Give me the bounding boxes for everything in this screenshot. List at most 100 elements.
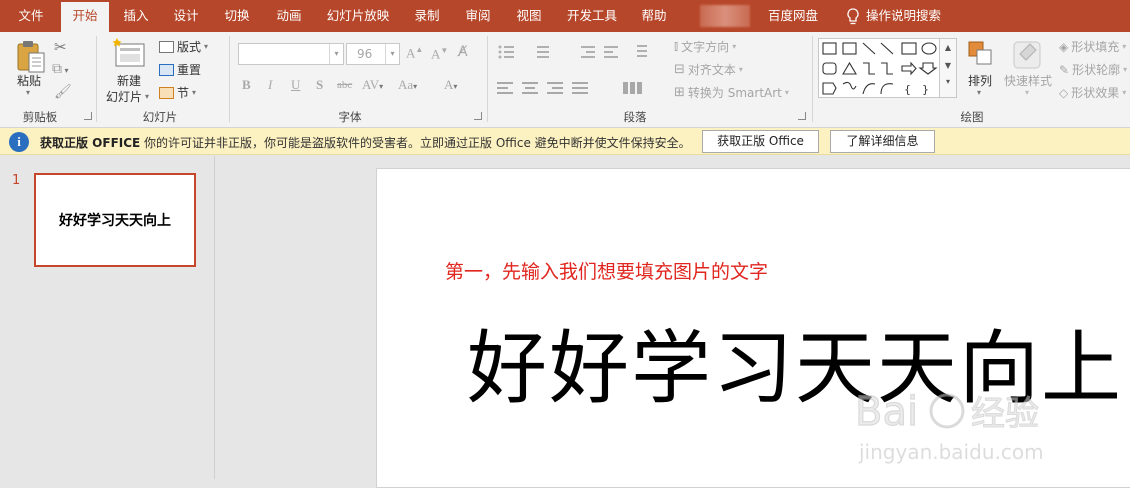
- font-size-value: 96: [357, 47, 373, 61]
- italic-icon[interactable]: I: [268, 77, 272, 93]
- info-icon: i: [9, 132, 29, 152]
- tab-help[interactable]: 帮助: [632, 0, 676, 32]
- tab-view[interactable]: 视图: [507, 0, 551, 32]
- layout-button[interactable]: 版式 ▾: [159, 38, 208, 55]
- divider: [96, 36, 97, 122]
- arrange-icon: [968, 41, 992, 65]
- convert-smartart-button[interactable]: ⊞ 转换为 SmartArt ▾: [674, 84, 789, 101]
- text-direction-icon: ⫾: [674, 39, 679, 54]
- group-label-font: 字体: [338, 110, 362, 124]
- tab-home[interactable]: 开始: [61, 2, 109, 32]
- font-size-dropdown-icon[interactable]: ▾: [385, 44, 399, 64]
- divider: [812, 36, 813, 122]
- arrange-dropdown-icon[interactable]: ▾: [977, 88, 981, 97]
- align-text-button[interactable]: ⊟ 对齐文本 ▾: [674, 61, 743, 78]
- section-icon: [159, 86, 174, 99]
- copy-icon[interactable]: ⧉ ▾: [52, 61, 69, 77]
- underline-icon[interactable]: U: [291, 77, 300, 93]
- slide-canvas[interactable]: 第一，先输入我们想要填充图片的文字 好好学习天天向上 Bai 经验 jingya…: [376, 168, 1130, 488]
- shape-outline-icon: ✎: [1059, 62, 1070, 77]
- decrease-font-icon[interactable]: A▼: [431, 46, 448, 62]
- shapes-gallery-scroll[interactable]: ▲ ▼ ▾: [940, 38, 957, 98]
- shape-fill-icon: ◈: [1059, 39, 1069, 54]
- shape-effects-icon: ◇: [1059, 85, 1069, 100]
- text-direction-button[interactable]: ⫾ 文字方向 ▾: [674, 38, 736, 55]
- slide-thumbnail-text: 好好学习天天向上: [59, 213, 171, 229]
- shapes-gallery-icons[interactable]: {}: [819, 39, 941, 99]
- font-launcher-icon[interactable]: [474, 112, 482, 120]
- strikethrough-icon[interactable]: abc: [337, 79, 352, 91]
- group-label-clipboard: 剪贴板: [22, 110, 58, 124]
- group-label-drawing: 绘图: [960, 110, 984, 124]
- tab-insert[interactable]: 插入: [114, 0, 158, 32]
- tab-record[interactable]: 录制: [405, 0, 449, 32]
- slide-editor: 第一，先输入我们想要填充图片的文字 好好学习天天向上 Bai 经验 jingya…: [216, 156, 1130, 488]
- notification-message: 你的许可证并非正版，你可能是盗版软件的受害者。立即通过正版 Office 避免中…: [144, 136, 691, 150]
- tell-me-search[interactable]: 操作说明搜索: [866, 0, 950, 32]
- get-genuine-office-button[interactable]: 获取正版 Office: [702, 130, 819, 153]
- section-button[interactable]: 节 ▾: [159, 84, 196, 101]
- notification-title: 获取正版 OFFICE: [40, 136, 141, 150]
- new-slide-icon: [112, 38, 145, 67]
- clipboard-launcher-icon[interactable]: [84, 112, 92, 120]
- font-color-icon[interactable]: A▾: [444, 77, 457, 93]
- tab-review[interactable]: 审阅: [456, 0, 500, 32]
- new-slide-label[interactable]: 幻灯片 ▾: [106, 88, 149, 105]
- reset-button[interactable]: 重置: [159, 61, 201, 78]
- group-label-slides: 幻灯片: [142, 110, 178, 124]
- char-spacing-icon[interactable]: AV▾: [362, 77, 383, 93]
- smartart-icon: ⊞: [674, 85, 685, 100]
- bold-icon[interactable]: B: [242, 77, 251, 93]
- layout-icon: [159, 40, 174, 53]
- tab-file[interactable]: 文件: [2, 0, 60, 32]
- paste-button[interactable]: 粘贴: [17, 72, 41, 89]
- paragraph-launcher-icon[interactable]: [798, 112, 806, 120]
- shape-effects-button[interactable]: ◇ 形状效果 ▾: [1059, 84, 1126, 101]
- lightbulb-icon: [847, 8, 859, 25]
- font-name-dropdown-icon[interactable]: ▾: [329, 44, 343, 64]
- ribbon-home: 粘贴 ▾ ✂ ⧉ ▾ 🖌 剪贴板 新建 幻灯片 ▾ 版式 ▾ 重置 节 ▾ 幻灯片 ▾…: [0, 32, 1130, 128]
- font-size-combo[interactable]: 96 ▾: [346, 43, 400, 65]
- font-name-combo[interactable]: ▾: [238, 43, 344, 65]
- svg-text:}: }: [922, 83, 929, 96]
- shadow-icon[interactable]: S: [316, 77, 323, 93]
- quick-styles-button[interactable]: 快速样式: [1004, 72, 1052, 89]
- slide-number: 1: [12, 173, 21, 188]
- divider: [487, 36, 488, 122]
- watermark-line1: Bai: [855, 389, 918, 435]
- cut-icon[interactable]: ✂: [54, 38, 67, 56]
- shape-outline-button[interactable]: ✎ 形状轮廓 ▾: [1059, 61, 1127, 78]
- tab-baidu-netdisk[interactable]: 百度网盘: [760, 0, 826, 32]
- reset-icon: [159, 63, 174, 76]
- clear-formatting-icon[interactable]: A̸: [458, 44, 468, 60]
- arrange-button[interactable]: 排列: [968, 72, 992, 89]
- slide-caption-text[interactable]: 第一，先输入我们想要填充图片的文字: [445, 257, 768, 284]
- ribbon-tab-bar: 文件 开始 插入 设计 切换 动画 幻灯片放映 录制 审阅 视图 开发工具 帮助…: [0, 0, 1130, 32]
- change-case-icon[interactable]: Aa▾: [398, 77, 417, 93]
- format-painter-icon[interactable]: 🖌: [54, 84, 72, 100]
- shapes-gallery[interactable]: {}: [818, 38, 940, 98]
- tab-design[interactable]: 设计: [164, 0, 208, 32]
- shape-fill-button[interactable]: ◈ 形状填充 ▾: [1059, 38, 1126, 55]
- paste-dropdown-icon[interactable]: ▾: [26, 88, 30, 97]
- tab-slideshow[interactable]: 幻灯片放映: [320, 0, 396, 32]
- baidu-jingyan-watermark: Bai 经验 jingyan.baidu.com: [854, 388, 1044, 464]
- quick-styles-icon: [1013, 41, 1041, 69]
- quick-styles-dropdown-icon[interactable]: ▾: [1025, 88, 1029, 97]
- paragraph-tools-icons[interactable]: [497, 44, 657, 108]
- tab-animations[interactable]: 动画: [267, 0, 311, 32]
- learn-more-button[interactable]: 了解详细信息: [830, 130, 935, 153]
- increase-font-icon[interactable]: A▲: [406, 45, 423, 61]
- divider: [229, 36, 230, 122]
- new-slide-button[interactable]: 新建: [117, 72, 141, 89]
- license-notification-bar: i 获取正版 OFFICE 你的许可证并非正版，你可能是盗版软件的受害者。立即通…: [0, 128, 1130, 155]
- svg-text:{: {: [904, 83, 911, 96]
- tab-developer[interactable]: 开发工具: [560, 0, 624, 32]
- paste-icon: [17, 41, 45, 73]
- tab-transitions[interactable]: 切换: [215, 0, 259, 32]
- watermark-line2: 经验: [971, 394, 1039, 434]
- watermark-url: jingyan.baidu.com: [858, 440, 1044, 464]
- slide-thumbnail-pane: 1 好好学习天天向上: [0, 156, 215, 479]
- slide-thumbnail[interactable]: 好好学习天天向上: [34, 173, 196, 267]
- group-label-paragraph: 段落: [623, 110, 647, 124]
